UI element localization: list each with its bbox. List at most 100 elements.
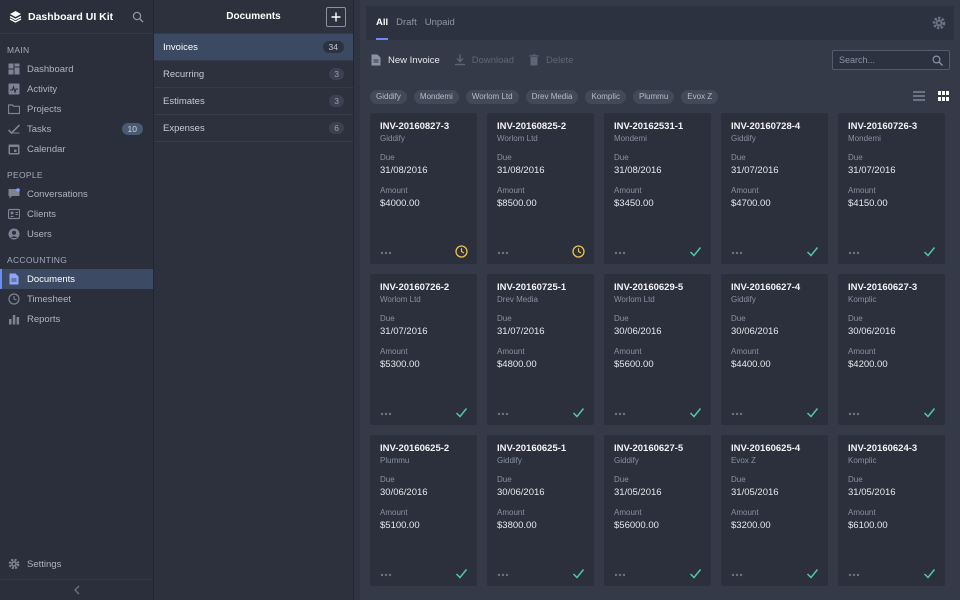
filter-chip[interactable]: Evox Z <box>681 90 719 104</box>
more-options-icon[interactable] <box>380 251 392 255</box>
invoice-card[interactable]: INV-20160725-1 Drev Media Due 31/07/2016 Amo… <box>487 274 594 425</box>
more-options-icon[interactable] <box>731 573 743 577</box>
more-options-icon[interactable] <box>497 573 509 577</box>
due-label: Due <box>497 153 512 162</box>
more-options-icon[interactable] <box>848 251 860 255</box>
download-button[interactable]: Download <box>454 54 514 66</box>
due-label: Due <box>731 314 746 323</box>
tab-unpaid[interactable]: Unpaid <box>425 6 455 40</box>
invoice-card[interactable]: INV-20160827-3 Giddify Due 31/08/2016 Amount… <box>370 113 477 264</box>
due-date: 30/06/2016 <box>614 326 662 337</box>
sidebar-item-documents[interactable]: Documents <box>0 269 153 289</box>
toolbar: New Invoice Download Delete <box>370 50 950 70</box>
tab-draft[interactable]: Draft <box>396 6 417 40</box>
sidebar-item-reports[interactable]: Reports <box>0 309 153 329</box>
invoice-card[interactable]: INV-20160627-4 Giddify Due 30/06/2016 Amount… <box>721 274 828 425</box>
more-options-icon[interactable] <box>731 251 743 255</box>
more-options-icon[interactable] <box>380 573 392 577</box>
invoice-number: INV-20160825-2 <box>497 121 567 132</box>
invoice-card[interactable]: INV-20160629-5 Worlom Ltd Due 30/06/2016 Amo… <box>604 274 711 425</box>
invoice-card[interactable]: INV-20160625-4 Evox Z Due 31/05/2016 Amount $… <box>721 435 828 586</box>
invoice-client: Komplic <box>848 456 877 465</box>
amount-label: Amount <box>380 186 408 195</box>
invoice-card[interactable]: INV-20160625-1 Giddify Due 30/06/2016 Amount… <box>487 435 594 586</box>
due-label: Due <box>731 153 746 162</box>
search-icon[interactable] <box>932 54 943 66</box>
more-options-icon[interactable] <box>497 251 509 255</box>
due-label: Due <box>848 314 863 323</box>
new-document-icon <box>370 54 382 66</box>
documents-title: Documents <box>226 11 281 22</box>
due-label: Due <box>497 314 512 323</box>
due-label: Due <box>497 475 512 484</box>
invoice-card[interactable]: INV-20162531-1 Mondemi Due 31/08/2016 Amount… <box>604 113 711 264</box>
add-document-button[interactable] <box>326 7 346 27</box>
filter-chip[interactable]: Giddify <box>370 90 407 104</box>
document-icon <box>8 273 20 285</box>
list-view-icon[interactable] <box>912 89 926 103</box>
doc-category-count: 34 <box>322 41 344 53</box>
invoice-number: INV-20160625-4 <box>731 443 801 454</box>
search-input[interactable] <box>839 55 932 65</box>
invoice-card[interactable]: INV-20160825-2 Worlom Ltd Due 31/08/2016 Amo… <box>487 113 594 264</box>
grid-view-icon[interactable] <box>936 89 950 103</box>
invoice-card[interactable]: INV-20160726-3 Mondemi Due 31/07/2016 Amount… <box>838 113 945 264</box>
invoice-card[interactable]: INV-20160726-2 Worlom Ltd Due 31/07/2016 Amo… <box>370 274 477 425</box>
more-options-icon[interactable] <box>614 251 626 255</box>
paid-check-icon <box>455 406 468 419</box>
invoice-client: Worlom Ltd <box>614 295 655 304</box>
sidebar-item-timesheet[interactable]: Timesheet <box>0 289 153 309</box>
invoice-card[interactable]: INV-20160627-5 Giddify Due 31/05/2016 Amount… <box>604 435 711 586</box>
invoice-card[interactable]: INV-20160624-3 Komplic Due 31/05/2016 Amount… <box>838 435 945 586</box>
invoice-amount: $4800.00 <box>497 359 537 370</box>
due-date: 31/05/2016 <box>731 487 779 498</box>
due-label: Due <box>380 475 395 484</box>
due-label: Due <box>380 314 395 323</box>
filter-chip[interactable]: Worlom Ltd <box>465 90 519 104</box>
delete-button[interactable]: Delete <box>528 54 573 66</box>
sidebar-item-activity[interactable]: Activity <box>0 79 153 99</box>
sidebar-item-calendar[interactable]: Calendar <box>0 139 153 159</box>
more-options-icon[interactable] <box>614 573 626 577</box>
filter-chip[interactable]: Komplic <box>585 90 626 104</box>
collapse-sidebar-button[interactable] <box>0 579 153 600</box>
search-icon[interactable] <box>132 11 144 23</box>
filter-chip[interactable]: Plummu <box>632 90 675 104</box>
clients-icon <box>8 208 20 220</box>
doc-category-invoices[interactable]: Invoices 34 <box>154 34 353 61</box>
more-options-icon[interactable] <box>380 412 392 416</box>
new-invoice-button[interactable]: New Invoice <box>370 54 440 66</box>
due-label: Due <box>380 153 395 162</box>
sidebar-item-label: Calendar <box>27 143 66 155</box>
invoice-amount: $4200.00 <box>848 359 888 370</box>
more-options-icon[interactable] <box>497 412 509 416</box>
invoice-card[interactable]: INV-20160728-4 Giddify Due 31/07/2016 Amount… <box>721 113 828 264</box>
invoice-card[interactable]: INV-20160625-2 Plummu Due 30/06/2016 Amount $… <box>370 435 477 586</box>
doc-category-recurring[interactable]: Recurring 3 <box>154 61 353 88</box>
sidebar-item-settings[interactable]: Settings <box>0 554 153 574</box>
more-options-icon[interactable] <box>731 412 743 416</box>
doc-category-label: Invoices <box>163 41 198 53</box>
more-options-icon[interactable] <box>848 412 860 416</box>
filter-chip[interactable]: Mondemi <box>413 90 459 104</box>
more-options-icon[interactable] <box>848 573 860 577</box>
invoice-amount: $3450.00 <box>614 198 654 209</box>
sidebar-item-dashboard[interactable]: Dashboard <box>0 59 153 79</box>
invoice-client: Giddify <box>731 295 756 304</box>
invoice-card[interactable]: INV-20160627-3 Komplic Due 30/06/2016 Amount… <box>838 274 945 425</box>
doc-category-estimates[interactable]: Estimates 3 <box>154 88 353 115</box>
gear-icon[interactable] <box>932 16 946 30</box>
doc-category-expenses[interactable]: Expenses 6 <box>154 115 353 142</box>
filter-chip[interactable]: Drev Media <box>525 90 579 104</box>
chevron-left-icon <box>73 585 81 595</box>
invoice-client: Plummu <box>380 456 410 465</box>
sidebar-item-projects[interactable]: Projects <box>0 99 153 119</box>
invoice-number: INV-20160725-1 <box>497 282 567 293</box>
tab-all[interactable]: All <box>376 6 389 40</box>
sidebar-item-clients[interactable]: Clients <box>0 204 153 224</box>
sidebar-item-conversations[interactable]: Conversations <box>0 184 153 204</box>
invoice-amount: $4000.00 <box>380 198 420 209</box>
sidebar-item-users[interactable]: Users <box>0 224 153 244</box>
sidebar-item-tasks[interactable]: Tasks 10 <box>0 119 153 139</box>
more-options-icon[interactable] <box>614 412 626 416</box>
